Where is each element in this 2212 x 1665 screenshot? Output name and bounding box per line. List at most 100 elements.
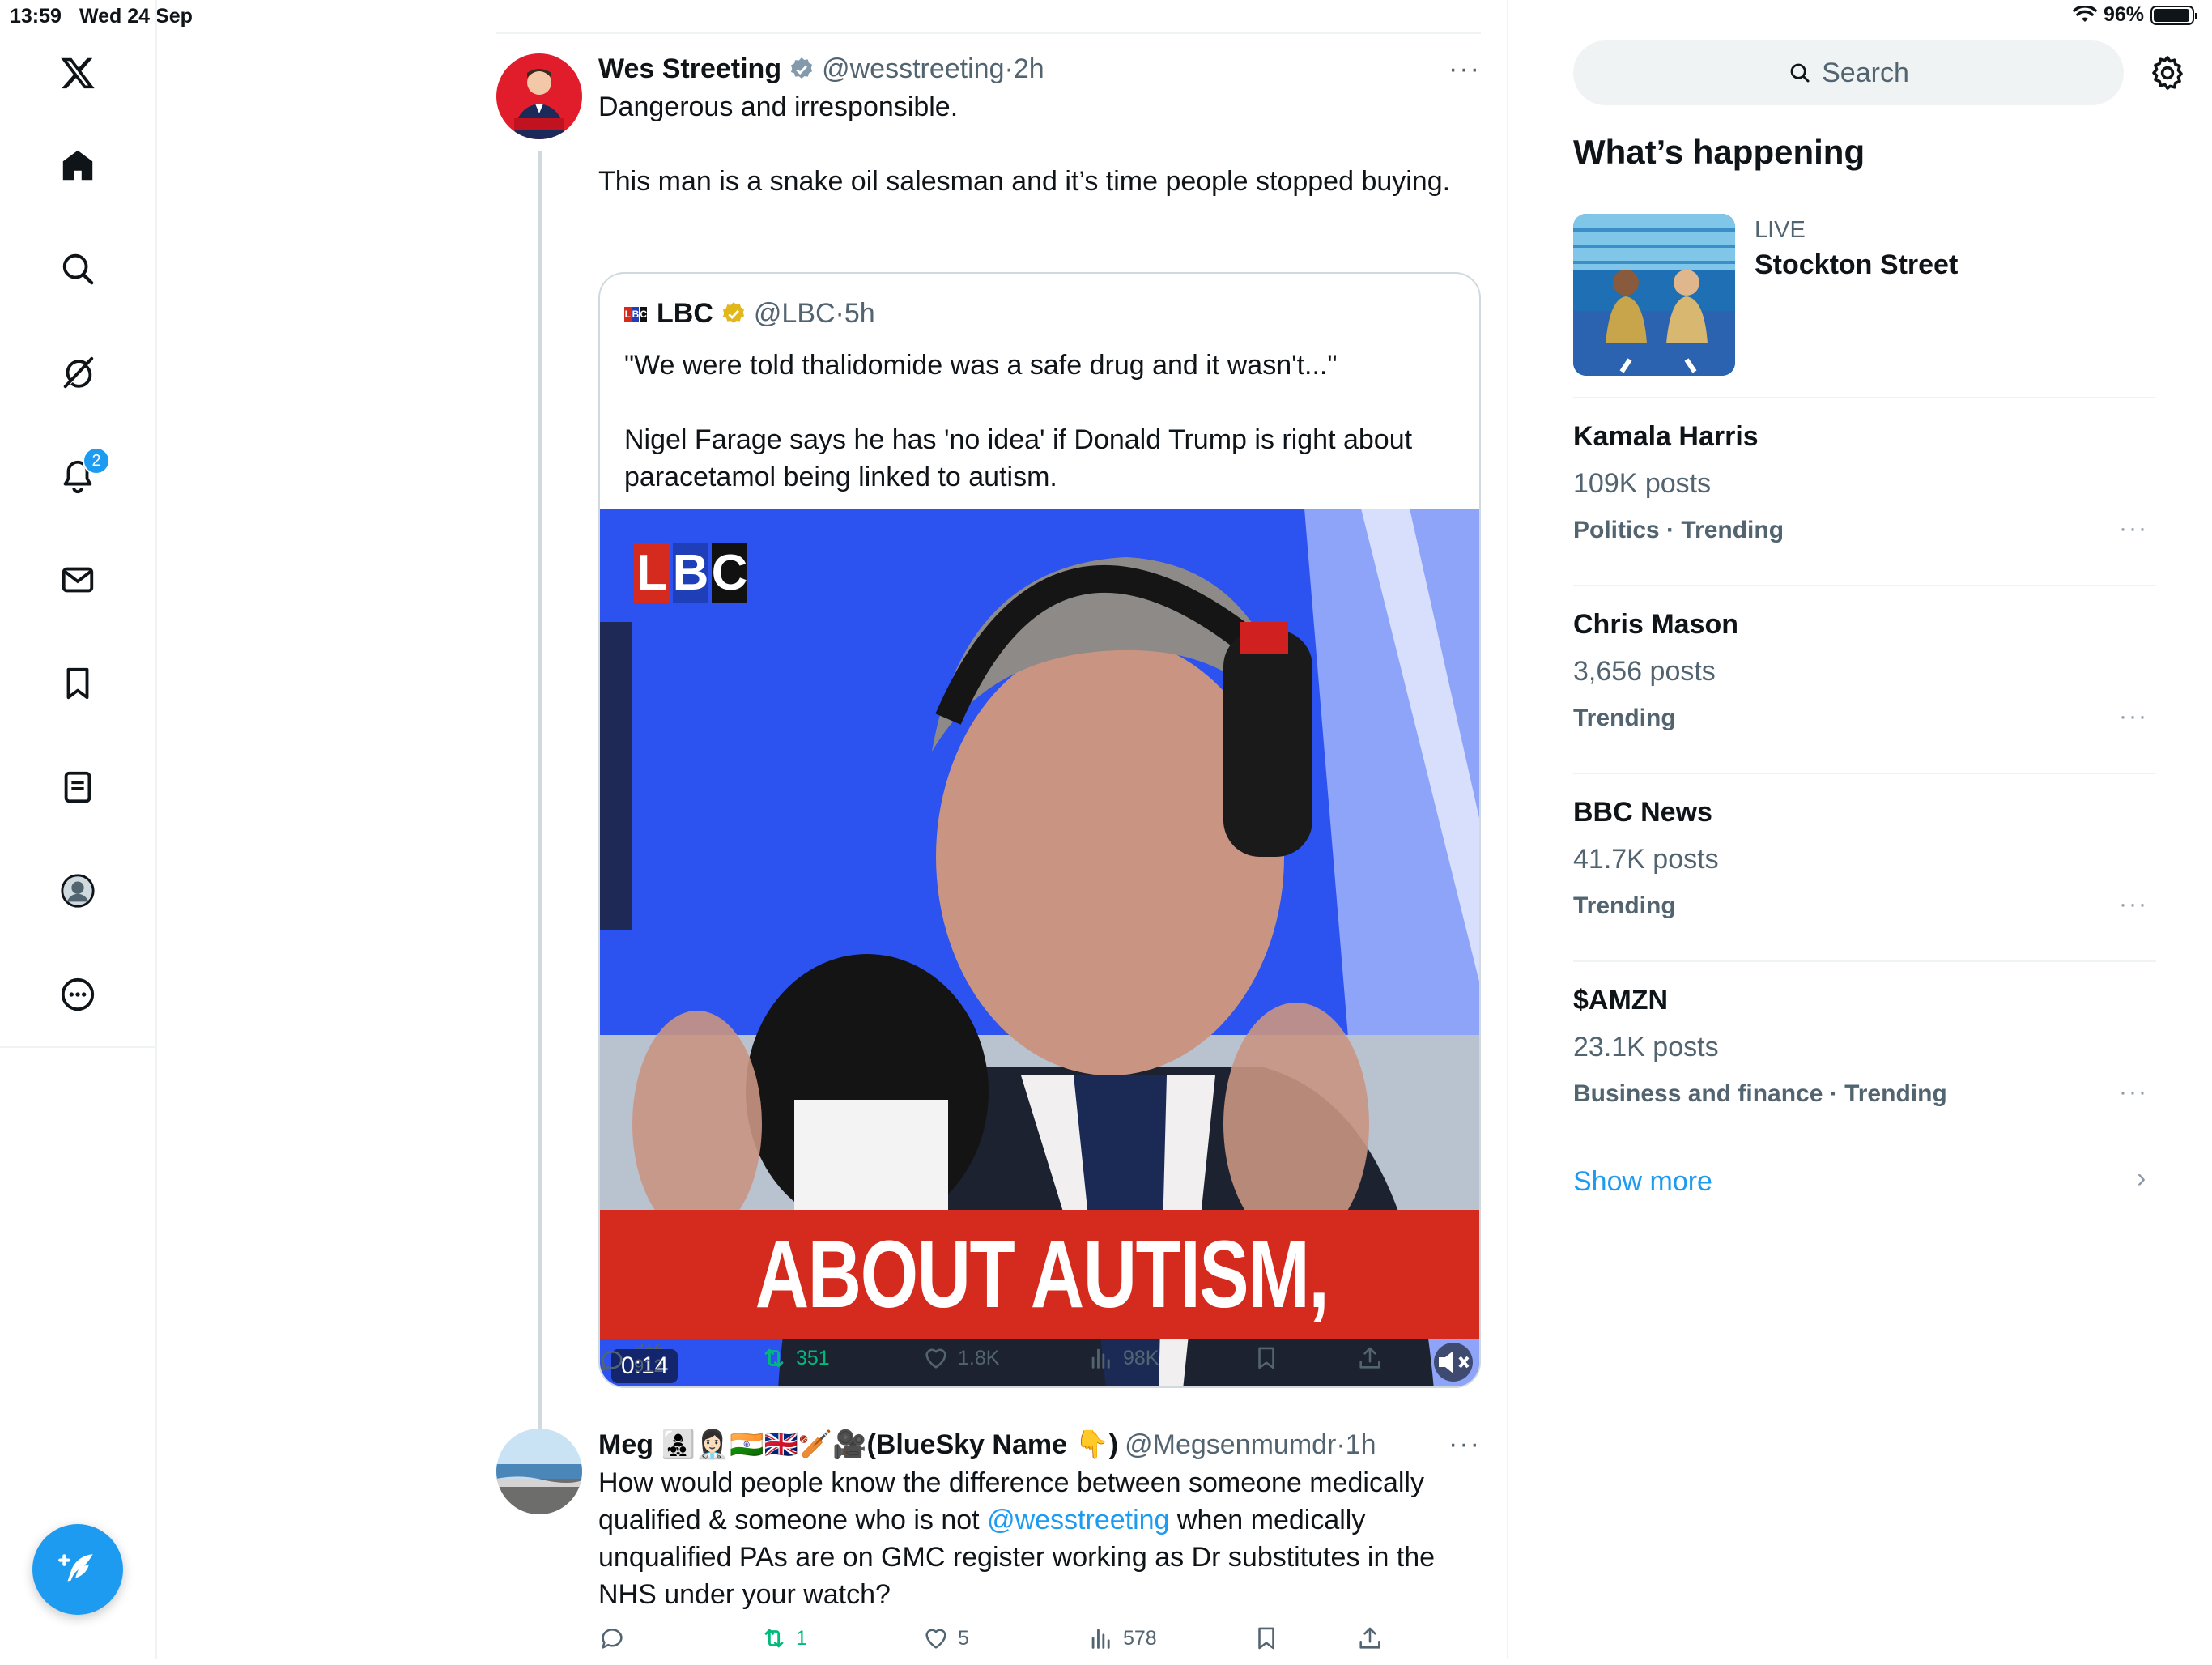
tweet-time[interactable]: 2h [1014,53,1044,85]
tweet-header: Wes Streeting @wesstreeting · 2h [598,53,1481,85]
avatar[interactable] [496,1429,582,1514]
author-handle[interactable]: @wesstreeting [822,53,1004,85]
views-chart-icon [1091,1348,1110,1369]
nav-explore[interactable] [52,243,104,295]
x-logo-icon[interactable] [52,47,104,99]
verified-badge-icon [791,57,813,79]
trend-name: Chris Mason [1573,609,1739,640]
tweet[interactable]: Meg 👩‍👧‍👦👩🏻‍⚕️🇮🇳🇬🇧🏏🎥(BlueSky Name 👇) @Me… [496,1429,1481,1659]
retweet-button[interactable]: 351 [760,1344,830,1372]
quote-time[interactable]: 5h [844,298,875,330]
gear-icon[interactable] [2148,53,2187,92]
reply-button[interactable]: 512 912 [598,1344,666,1377]
lbc-logo-l: L [634,543,670,603]
heart-icon [925,1348,946,1369]
search-icon [62,253,94,285]
like-count: 1.8K [958,1346,1000,1369]
like-button[interactable]: 5 [922,1625,969,1652]
nav-messages[interactable] [52,554,104,606]
author-handle[interactable]: @Megsenmumdr [1125,1429,1336,1461]
home-icon [62,150,93,181]
trend-item[interactable]: $AMZN 23.1K posts Business and finance ·… [1573,960,2156,1148]
author-name[interactable]: Wes Streeting [598,53,781,85]
more-options-icon[interactable]: ··· [2119,891,2148,918]
more-options-icon[interactable]: ··· [2119,1079,2148,1106]
tweet-time[interactable]: 1h [1346,1429,1376,1461]
retweet-button[interactable]: 1 [760,1625,807,1652]
mention-link[interactable]: @wesstreeting [987,1505,1169,1535]
nav-bookmarks[interactable] [52,658,104,709]
lbc-mini-b: B [632,306,640,322]
quote-header: L B C LBC @LBC · 5h [624,298,875,330]
tweet-body: Wes Streeting @wesstreeting · 2h ··· Dan… [598,53,1481,200]
tweet-actions: 1 5 578 [598,1625,1408,1665]
separator-dot: · [835,298,844,329]
list-icon [64,771,91,803]
trend-context: Politics · Trending [1573,517,1784,543]
views-count: 578 [1123,1626,1157,1650]
search-input[interactable]: Search [1573,40,2124,105]
video-player[interactable]: L B C ABOUT AUTISM, 0:14 [600,509,1479,1386]
chevron-right-icon: › [2137,1163,2146,1194]
grok-icon [63,356,94,389]
more-options-icon[interactable]: ··· [2119,703,2148,730]
share-icon [1359,1627,1380,1649]
tweet-actions: 512 912 351 1.8K 98K [598,1344,1408,1385]
tweet-body: Meg 👩‍👧‍👦👩🏻‍⚕️🇮🇳🇬🇧🏏🎥(BlueSky Name 👇) @Me… [598,1429,1481,1613]
like-button[interactable]: 1.8K [922,1344,999,1372]
lbc-mini-c: C [640,306,648,322]
more-options-icon[interactable]: ··· [2119,515,2148,543]
live-title[interactable]: Stockton Street [1755,249,1958,281]
views-button[interactable]: 578 [1087,1625,1157,1652]
trend-name: $AMZN [1573,985,1669,1016]
timeline: Wes Streeting @wesstreeting · 2h ··· Dan… [156,0,1508,1659]
retweet-count: 1 [796,1626,807,1650]
trend-name: Kamala Harris [1573,421,1759,452]
trend-item[interactable]: BBC News 41.7K posts Trending ··· [1573,773,2156,962]
nav-more[interactable] [52,969,104,1020]
author-name[interactable]: Meg 👩‍👧‍👦👩🏻‍⚕️🇮🇳🇬🇧🏏🎥(BlueSky Name 👇) [598,1429,1118,1461]
nav-notifications[interactable]: 2 [52,447,110,502]
nav-profile[interactable] [52,865,104,917]
show-more-link[interactable]: Show more [1573,1166,1712,1198]
bookmark-icon [66,667,89,700]
compose-button[interactable] [32,1524,123,1615]
quoted-tweet[interactable]: L B C LBC @LBC · 5h "We were told thalid… [598,272,1481,1388]
retweet-count: 351 [796,1346,830,1369]
nav-grok[interactable] [52,347,104,398]
mail-icon [62,567,94,593]
quote-author-name[interactable]: LBC [657,298,713,330]
trend-post-count: 3,656 posts [1573,656,1716,687]
trend-name: BBC News [1573,797,1712,828]
avatar[interactable] [496,53,582,139]
quote-text: "We were told thalidomide was a safe dru… [624,350,1413,492]
more-options-icon[interactable]: ··· [1448,53,1481,85]
previous-tweet-actions [496,0,1481,34]
trend-item[interactable]: Kamala Harris 109K posts Politics · Tren… [1573,397,2156,586]
tweet[interactable]: Wes Streeting @wesstreeting · 2h ··· Dan… [496,53,1481,1477]
nav-divider [0,1046,155,1048]
views-button[interactable]: 98K [1087,1344,1159,1372]
bookmark-icon [1258,1627,1274,1650]
quote-handle[interactable]: @LBC [754,298,836,330]
trend-item[interactable]: Chris Mason 3,656 posts Trending ··· [1573,585,2156,774]
bookmark-icon [1258,1347,1274,1369]
bookmark-button[interactable] [1253,1625,1280,1652]
video-caption: ABOUT AUTISM, [755,1221,1329,1328]
reply-button[interactable] [598,1625,626,1652]
more-options-icon[interactable]: ··· [1448,1429,1481,1460]
mute-button[interactable] [1434,1343,1473,1382]
share-button[interactable] [1356,1625,1384,1652]
bookmark-button[interactable] [1253,1344,1280,1372]
retweet-icon [764,1629,784,1648]
lbc-logo: L B C [634,543,747,603]
tweet-text: Dangerous and irresponsible. This man is… [598,92,1451,197]
share-icon [1359,1347,1380,1369]
share-button[interactable] [1356,1344,1384,1372]
nav-home[interactable] [52,139,104,191]
tweet-header: Meg 👩‍👧‍👦👩🏻‍⚕️🇮🇳🇬🇧🏏🎥(BlueSky Name 👇) @Me… [598,1429,1481,1461]
thread-line [538,151,542,1477]
speaker-muted-icon [1439,1351,1470,1373]
live-event-card[interactable]: LIVE Stockton Street [1573,214,2156,398]
nav-lists[interactable] [52,761,104,813]
